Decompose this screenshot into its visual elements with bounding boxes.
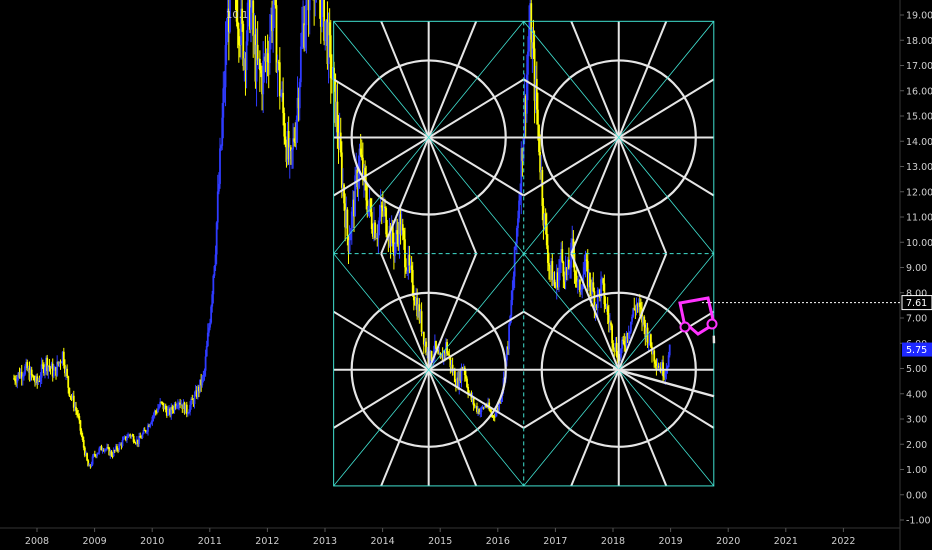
chart-background	[0, 0, 932, 550]
y-tick-label: 13.00	[906, 162, 932, 173]
y-tick-label: 12.00	[906, 187, 932, 198]
candle-body	[420, 311, 423, 332]
x-tick-label: 2021	[774, 536, 798, 547]
partial-price-label: 10.1	[226, 10, 248, 21]
candle-body	[96, 454, 98, 457]
candle-body	[204, 356, 207, 371]
y-tick-label: 17.00	[906, 61, 932, 72]
candle-body	[193, 394, 196, 404]
candle-body	[126, 437, 128, 440]
candle-body	[646, 327, 649, 346]
y-tick-label: 11.00	[906, 213, 932, 224]
y-tick-label: 0.00	[906, 490, 927, 501]
x-tick-label: 2020	[716, 536, 740, 547]
x-tick-label: 2011	[198, 536, 222, 547]
candle-body	[668, 344, 671, 356]
candle-body	[219, 148, 221, 184]
x-tick-label: 2013	[313, 536, 337, 547]
y-tick-label: 9.00	[906, 263, 927, 274]
y-tick-label: 18.00	[906, 36, 932, 47]
x-tick-label: 2016	[486, 536, 510, 547]
candle-body	[308, 0, 311, 11]
y-tick-label: 7.00	[906, 314, 927, 325]
candle-body	[256, 44, 259, 61]
x-tick-label: 2014	[371, 536, 395, 547]
candle-body	[66, 368, 69, 377]
marker-handle[interactable]	[706, 318, 718, 330]
x-tick-label: 2009	[83, 536, 107, 547]
candle-body	[205, 346, 208, 357]
candle-body	[511, 290, 514, 301]
x-tick-label: 2012	[255, 536, 279, 547]
candle-body	[121, 439, 124, 446]
y-tick-label: 1.00	[906, 465, 927, 476]
candle-body	[225, 42, 228, 46]
x-tick-label: 2015	[428, 536, 452, 547]
y-tick-label: 5.00	[906, 364, 927, 375]
y-tick-label: 4.00	[906, 389, 927, 400]
candle-body	[245, 41, 248, 71]
y-tick-label: -1.00	[906, 516, 931, 527]
x-tick-label: 2022	[831, 536, 855, 547]
price-tag-5.75: 5.75	[902, 342, 932, 357]
candle-body	[536, 109, 539, 125]
x-tick-label: 2018	[601, 536, 625, 547]
chart[interactable]: 10.1 19.00 18.00 17.00 16.00 15.00 14.00 13.00…	[0, 0, 932, 550]
y-tick-label: 15.00	[906, 112, 932, 123]
y-tick-label: 16.00	[906, 86, 932, 97]
x-tick-label: 2010	[140, 536, 164, 547]
y-tick-label: 19.00	[906, 11, 932, 22]
y-tick-label: 2.00	[906, 440, 927, 451]
y-tick-label: 10.00	[906, 238, 932, 249]
candle-body	[299, 46, 302, 83]
candle-body	[305, 0, 308, 26]
candle-body	[67, 376, 70, 388]
x-tick-label: 2008	[25, 536, 49, 547]
price-tag-label: 7.61	[906, 298, 927, 309]
candle-body	[561, 249, 564, 262]
candle-body	[141, 433, 144, 438]
candle-body	[52, 370, 55, 377]
candle-body	[348, 240, 351, 252]
y-tick-label: 14.00	[906, 137, 932, 148]
current-price-label: 5.75	[906, 345, 927, 356]
candle-body	[212, 275, 215, 295]
candle-body	[118, 443, 121, 450]
chart-canvas[interactable]: 10.1 19.00 18.00 17.00 16.00 15.00 14.00 13.00…	[0, 0, 932, 550]
y-tick-label: 3.00	[906, 415, 927, 426]
x-tick-label: 2019	[659, 536, 683, 547]
candle-body	[513, 246, 516, 277]
candle-body	[68, 387, 71, 396]
marker-handle[interactable]	[679, 321, 691, 333]
x-tick-label: 2017	[543, 536, 567, 547]
candle-body	[346, 209, 349, 237]
candle-body	[216, 191, 219, 223]
candle-body	[612, 343, 615, 348]
candle-body	[78, 415, 81, 421]
candle-body	[161, 401, 164, 403]
candle-body	[508, 324, 510, 350]
